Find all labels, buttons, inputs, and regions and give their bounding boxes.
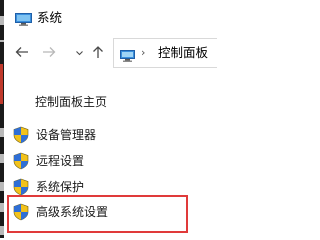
computer-icon — [15, 11, 32, 26]
arrow-up-icon[interactable] — [89, 44, 107, 62]
screenshot-page: 系统 › 控制面板 控制面板主页 设备管理器 远程设置 系统保护 高级系统设置 — [0, 0, 217, 238]
breadcrumb-control-panel[interactable]: 控制面板 — [158, 44, 208, 62]
shield-icon — [13, 126, 29, 144]
shield-icon — [13, 203, 29, 221]
navigation-bar: › 控制面板 — [4, 34, 217, 74]
shield-icon — [13, 152, 29, 170]
shield-icon — [13, 178, 29, 196]
task-remote-settings[interactable]: 远程设置 — [13, 152, 203, 170]
task-label: 远程设置 — [36, 154, 85, 168]
breadcrumb-separator[interactable]: › — [141, 45, 145, 61]
task-system-protection[interactable]: 系统保护 — [13, 178, 203, 196]
task-device-manager[interactable]: 设备管理器 — [13, 126, 203, 144]
system-window: 系统 › 控制面板 控制面板主页 设备管理器 远程设置 系统保护 高级系统设置 — [4, 0, 217, 238]
window-title: 系统 — [37, 10, 63, 25]
control-panel-home-link[interactable]: 控制面板主页 — [35, 94, 107, 110]
task-advanced-system-settings[interactable]: 高级系统设置 — [13, 203, 203, 221]
arrow-left-icon[interactable] — [13, 44, 31, 62]
chevron-down-icon[interactable] — [70, 44, 88, 62]
task-label: 设备管理器 — [36, 128, 97, 142]
task-label: 系统保护 — [36, 180, 85, 194]
control-panel-icon — [120, 47, 135, 62]
arrow-right-icon[interactable] — [40, 44, 58, 62]
title-bar[interactable]: 系统 — [4, 0, 217, 34]
task-label: 高级系统设置 — [36, 205, 109, 219]
address-bar[interactable]: › 控制面板 — [113, 38, 217, 68]
